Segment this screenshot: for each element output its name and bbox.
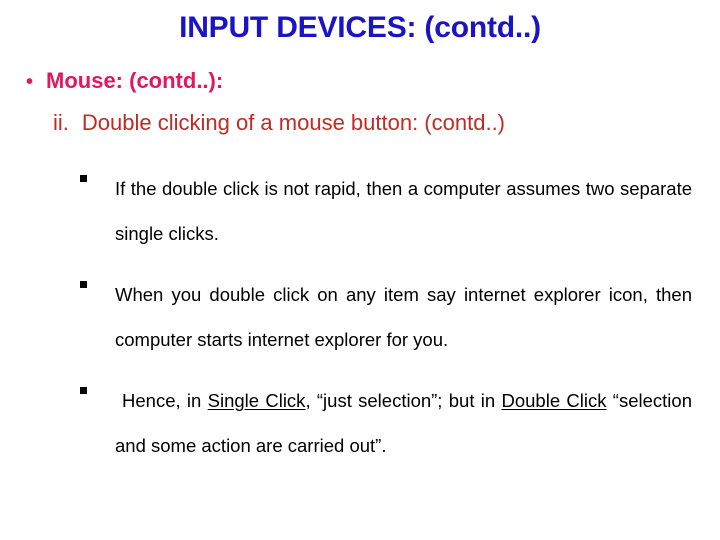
text-run: Hence, in xyxy=(122,390,208,411)
square-bullet-icon xyxy=(80,272,115,288)
text-run: If the double click is not rapid, then a… xyxy=(115,178,692,244)
slide-canvas: INPUT DEVICES: (contd..) • Mouse: (contd… xyxy=(0,0,720,540)
bullet-text: Hence, in Single Click, “just selection”… xyxy=(115,378,692,468)
level1-bullet-label: Mouse: (contd..): xyxy=(46,68,224,93)
bullet-item: If the double click is not rapid, then a… xyxy=(80,166,692,256)
underlined-term: Single Click xyxy=(207,390,306,411)
bullet-item: Hence, in Single Click, “just selection”… xyxy=(80,378,692,468)
page-title: INPUT DEVICES: (contd..) xyxy=(179,11,541,44)
text-run: When you double click on any item say in… xyxy=(115,284,692,350)
level2-item-double-clicking: ii. Double clicking of a mouse button: (… xyxy=(53,110,505,136)
bullet-text: When you double click on any item say in… xyxy=(115,272,692,362)
bullet-list: If the double click is not rapid, then a… xyxy=(80,166,692,468)
round-bullet-icon: • xyxy=(26,71,34,93)
square-bullet-icon xyxy=(80,166,115,182)
roman-numeral-marker: ii. xyxy=(53,110,69,135)
bullet-item: When you double click on any item say in… xyxy=(80,272,692,362)
text-run: , “just selection”; but in xyxy=(305,390,502,411)
underlined-term: Double Click xyxy=(501,390,607,411)
bullet-text: If the double click is not rapid, then a… xyxy=(115,166,692,256)
level1-bullet-mouse: • Mouse: (contd..): xyxy=(26,68,223,94)
level2-item-label: Double clicking of a mouse button: (cont… xyxy=(81,110,506,135)
square-bullet-icon xyxy=(80,378,115,394)
